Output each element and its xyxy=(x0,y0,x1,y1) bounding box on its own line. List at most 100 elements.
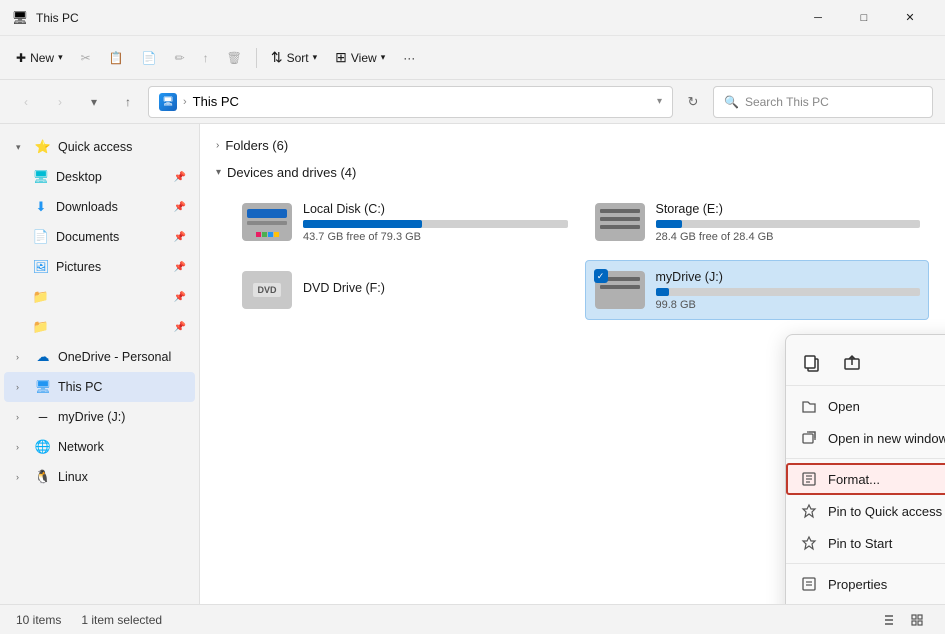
share-icon: ↑ xyxy=(203,51,209,65)
context-menu: Open Enter Open in new window Format... xyxy=(785,334,945,604)
close-button[interactable]: ✕ xyxy=(887,0,933,36)
drive-item-j[interactable]: ✓ myDrive (J:) 99.8 GB xyxy=(585,260,930,320)
maximize-button[interactable]: □ xyxy=(841,0,887,36)
new-button[interactable]: ✚ New ▾ xyxy=(8,42,71,74)
desktop-icon: 🖥 xyxy=(32,168,50,186)
ctx-open-new-icon xyxy=(800,429,818,447)
linux-icon: 🐧 xyxy=(34,468,52,486)
view-button[interactable]: ⊞ View ▾ xyxy=(327,42,393,74)
ctx-properties-icon xyxy=(800,575,818,593)
mydrive-chevron-icon: › xyxy=(16,412,28,422)
window-controls: ─ □ ✕ xyxy=(795,0,933,36)
drive-info-f: DVD Drive (F:) xyxy=(303,281,568,299)
title-bar: 🖥 This PC ─ □ ✕ xyxy=(0,0,945,36)
refresh-button[interactable]: ↻ xyxy=(679,88,707,116)
drive-info-j: myDrive (J:) 99.8 GB xyxy=(656,270,921,311)
ctx-share-icon-btn[interactable] xyxy=(834,345,870,381)
drive-thumb-f: DVD xyxy=(241,269,293,311)
drive-grid: Local Disk (C:) 43.7 GB free of 79.3 GB xyxy=(216,186,929,326)
sidebar-item-quick-access[interactable]: ▾ ⭐ Quick access xyxy=(4,132,195,162)
sort-icon: ⇅ xyxy=(271,49,283,66)
copy-button[interactable]: 📋 xyxy=(101,42,132,74)
ctx-format-icon xyxy=(800,470,818,488)
delete-button[interactable]: 🗑 xyxy=(219,42,250,74)
linux-chevron-icon: › xyxy=(16,472,28,482)
ctx-copy-icon-btn[interactable] xyxy=(794,345,830,381)
documents-icon: 📄 xyxy=(32,228,50,246)
up-button[interactable]: ↑ xyxy=(114,88,142,116)
more-button[interactable]: ··· xyxy=(395,42,423,74)
ctx-open-icon xyxy=(800,397,818,415)
sidebar: ▾ ⭐ Quick access 🖥 Desktop 📌 ⬇ Downloads… xyxy=(0,124,200,604)
onedrive-chevron-icon: › xyxy=(16,352,28,362)
search-box[interactable]: 🔍 Search This PC xyxy=(713,86,933,118)
drive-info-c: Local Disk (C:) 43.7 GB free of 79.3 GB xyxy=(303,202,568,243)
ctx-properties[interactable]: Properties Alt+Enter xyxy=(786,568,945,600)
address-chevron-icon: › xyxy=(183,96,187,108)
sidebar-item-downloads[interactable]: ⬇ Downloads 📌 xyxy=(4,192,195,222)
address-text: This PC xyxy=(193,94,651,109)
sidebar-item-mydrive[interactable]: › ─ myDrive (J:) xyxy=(4,402,195,432)
sidebar-item-network[interactable]: › 🌐 Network xyxy=(4,432,195,462)
drive-info-e: Storage (E:) 28.4 GB free of 28.4 GB xyxy=(656,202,921,243)
delete-icon: 🗑 xyxy=(227,51,242,65)
grid-view-button[interactable] xyxy=(905,608,929,632)
sidebar-item-documents[interactable]: 📄 Documents 📌 xyxy=(4,222,195,252)
forward-button[interactable]: › xyxy=(46,88,74,116)
share-button[interactable]: ↑ xyxy=(195,42,217,74)
sidebar-item-this-pc[interactable]: › 🖥 This PC xyxy=(4,372,195,402)
drive-thumb-c xyxy=(241,201,293,243)
ctx-separator-2 xyxy=(786,563,945,564)
devices-chevron-icon: ▾ xyxy=(216,167,221,178)
title-bar-text: This PC xyxy=(36,11,787,25)
ctx-open-new-window[interactable]: Open in new window xyxy=(786,422,945,454)
drive-item-e[interactable]: Storage (E:) 28.4 GB free of 28.4 GB xyxy=(585,192,930,252)
sidebar-item-pictures[interactable]: 🖼 Pictures 📌 xyxy=(4,252,195,282)
cut-button[interactable]: ✂ xyxy=(73,42,99,74)
sidebar-item-desktop[interactable]: 🖥 Desktop 📌 xyxy=(4,162,195,192)
address-input[interactable]: 🖥 › This PC ▾ xyxy=(148,86,673,118)
thispc-icon: 🖥 xyxy=(34,378,52,396)
devices-section-title: Devices and drives (4) xyxy=(227,165,356,180)
ctx-open[interactable]: Open Enter xyxy=(786,390,945,422)
toolbar-separator xyxy=(256,48,257,68)
ctx-separator-1 xyxy=(786,458,945,459)
folder-icon: 📁 xyxy=(32,318,50,336)
ctx-pin-start-icon xyxy=(800,534,818,552)
sort-button[interactable]: ⇅ Sort ▾ xyxy=(263,42,325,74)
view-mode-buttons xyxy=(877,608,929,632)
pin-icon: 📌 xyxy=(173,170,187,184)
ctx-pin-quick[interactable]: Pin to Quick access xyxy=(786,495,945,527)
devices-section-header[interactable]: ▾ Devices and drives (4) xyxy=(216,159,929,186)
dropdown-button[interactable]: ▾ xyxy=(80,88,108,116)
rename-button[interactable]: ✏ xyxy=(167,42,193,74)
drive-item-c[interactable]: Local Disk (C:) 43.7 GB free of 79.3 GB xyxy=(232,192,577,252)
address-bar: ‹ › ▾ ↑ 🖥 › This PC ▾ ↻ 🔍 Search This PC xyxy=(0,80,945,124)
new-chevron-icon: ▾ xyxy=(58,52,63,63)
status-bar: 10 items 1 item selected xyxy=(0,604,945,634)
sidebar-item-onedrive[interactable]: › ☁ OneDrive - Personal xyxy=(4,342,195,372)
ctx-format[interactable]: Format... xyxy=(786,463,945,495)
breadcrumb-icon: 🖥 xyxy=(159,93,177,111)
minimize-button[interactable]: ─ xyxy=(795,0,841,36)
sidebar-item-linux[interactable]: › 🐧 Linux xyxy=(4,462,195,492)
back-button[interactable]: ‹ xyxy=(12,88,40,116)
app-icon: 🖥 xyxy=(12,10,28,26)
new-plus-icon: ✚ xyxy=(16,51,26,65)
sidebar-item-folder2[interactable]: 📁 📌 xyxy=(4,312,195,342)
drive-item-f[interactable]: DVD DVD Drive (F:) xyxy=(232,260,577,320)
folders-section-header[interactable]: › Folders (6) xyxy=(216,132,929,159)
sidebar-item-folder1[interactable]: 📁 📌 xyxy=(4,282,195,312)
rename-icon: ✏ xyxy=(175,51,185,65)
network-icon: 🌐 xyxy=(34,438,52,456)
ctx-pin-quick-icon xyxy=(800,502,818,520)
list-view-button[interactable] xyxy=(877,608,901,632)
paste-button[interactable]: 📄 xyxy=(134,42,165,74)
drive-thumb-j: ✓ xyxy=(594,269,646,311)
drive-thumb-e xyxy=(594,201,646,243)
selected-count: 1 item selected xyxy=(81,613,162,627)
ctx-pin-start[interactable]: Pin to Start xyxy=(786,527,945,559)
downloads-icon: ⬇ xyxy=(32,198,50,216)
quick-access-chevron-icon: ▾ xyxy=(16,142,28,153)
toolbar: ✚ New ▾ ✂ 📋 📄 ✏ ↑ 🗑 ⇅ Sort ▾ ⊞ View ▾ ··… xyxy=(0,36,945,80)
